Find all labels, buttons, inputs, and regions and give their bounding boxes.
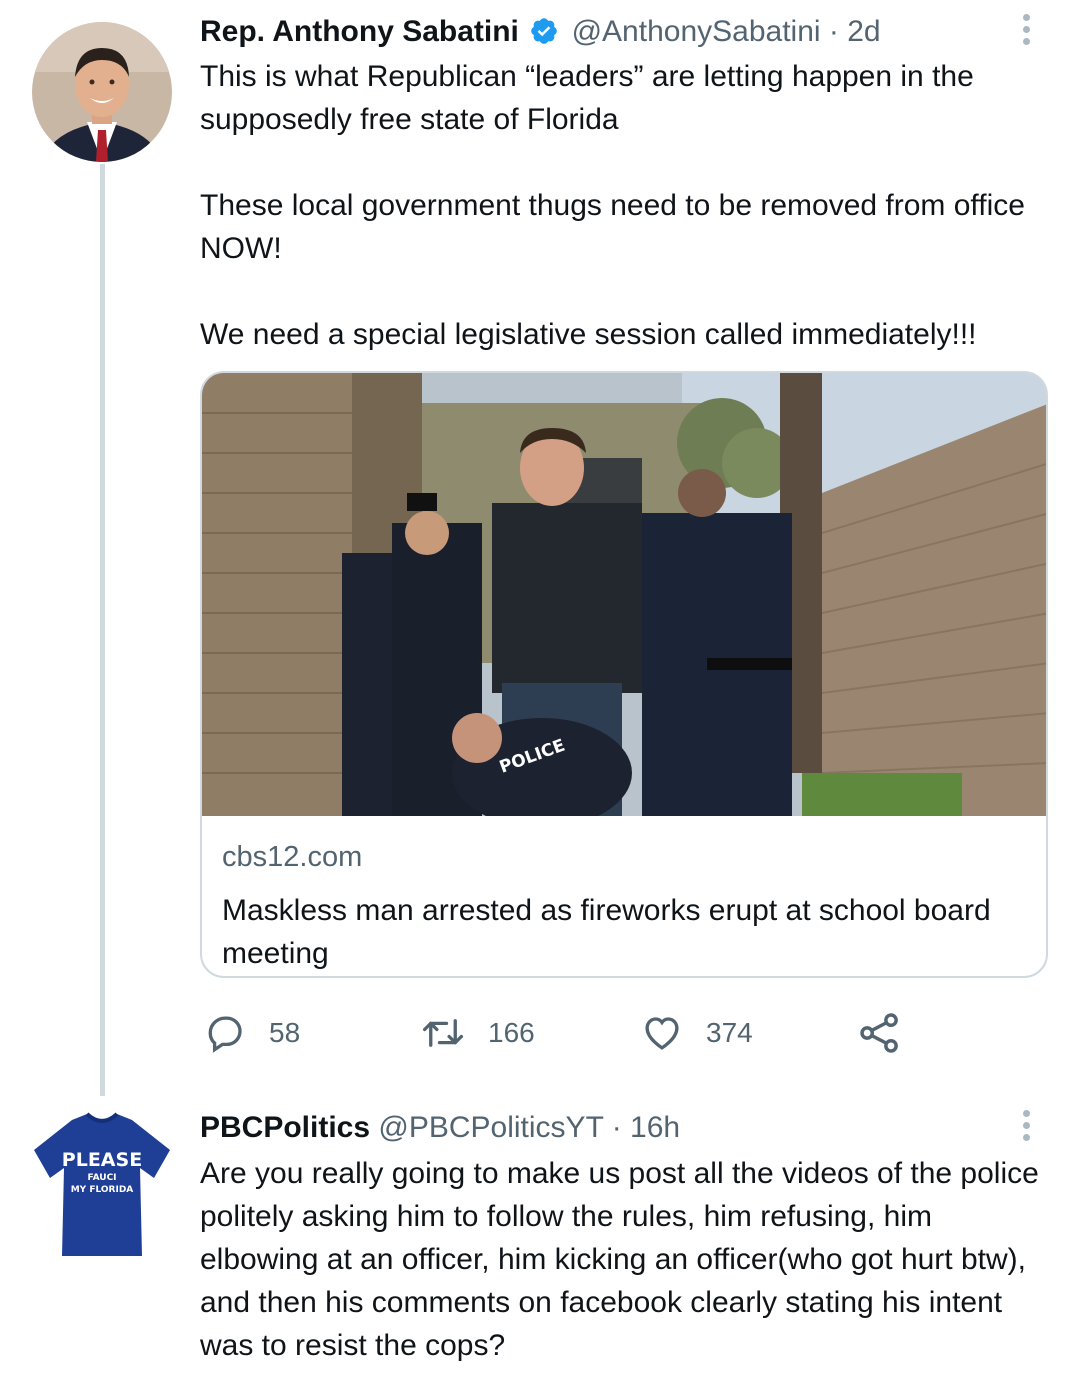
shirt-text-line-2: FAUCI — [87, 1173, 116, 1183]
retweet-icon — [420, 1012, 466, 1054]
share-icon — [858, 1011, 902, 1055]
retweet-button[interactable]: 166 — [420, 1011, 535, 1055]
tweet1-handle[interactable]: @AnthonySabatini — [572, 15, 821, 48]
retweet-count: 166 — [488, 1017, 535, 1048]
avatar-tshirt: PLEASE FAUCI MY FLORIDA — [34, 1112, 170, 1256]
tweet1-text: This is what Republican “leaders” are le… — [200, 55, 1040, 356]
link-preview-card[interactable]: POLICE cbs12.com Maskless man arrested a… — [200, 371, 1048, 978]
tweet1-paragraph-1: This is what Republican “leaders” are le… — [200, 60, 974, 136]
avatar-photo — [32, 22, 172, 162]
thread-connector-line — [100, 164, 105, 1096]
like-count: 374 — [706, 1017, 753, 1048]
arrest-photo: POLICE — [202, 373, 1046, 816]
tweet1-timestamp[interactable]: 2d — [847, 15, 880, 48]
more-options-icon[interactable] — [1018, 14, 1034, 45]
card-title: Maskless man arrested as fireworks erupt… — [222, 894, 991, 970]
reply-button[interactable]: 58 — [205, 1011, 300, 1055]
reply-icon — [205, 1012, 247, 1054]
tweet1-paragraph-2: These local government thugs need to be … — [200, 189, 1025, 265]
tweet1-separator: · — [828, 15, 839, 48]
tweet2-separator: · — [611, 1111, 622, 1144]
tweet2-header: PBCPolitics @PBCPoliticsYT · 16h — [200, 1110, 680, 1146]
tweet2-display-name[interactable]: PBCPolitics — [200, 1111, 370, 1144]
verified-badge-icon — [529, 16, 559, 55]
card-domain: cbs12.com — [222, 841, 363, 873]
tweet1-paragraph-3: We need a special legislative session ca… — [200, 318, 977, 351]
shirt-text-line-3: MY FLORIDA — [71, 1185, 134, 1195]
like-icon — [640, 1012, 684, 1054]
tweet1-header: Rep. Anthony Sabatini @AnthonySabatini ·… — [200, 14, 881, 55]
share-button[interactable] — [858, 1011, 902, 1055]
shirt-text-line-1: PLEASE — [62, 1149, 142, 1171]
avatar-anthony-sabatini[interactable] — [32, 22, 172, 162]
like-button[interactable]: 374 — [640, 1011, 753, 1055]
tweet2-text: Are you really going to make us post all… — [200, 1157, 1039, 1362]
tweet2-timestamp[interactable]: 16h — [630, 1111, 680, 1144]
more-options-icon[interactable] — [1018, 1110, 1034, 1141]
reply-count: 58 — [269, 1017, 301, 1048]
tweet2-handle[interactable]: @PBCPoliticsYT — [378, 1111, 603, 1144]
avatar-pbcpolitics[interactable]: PLEASE FAUCI MY FLORIDA — [32, 1098, 172, 1268]
tweet1-display-name[interactable]: Rep. Anthony Sabatini — [200, 15, 519, 48]
